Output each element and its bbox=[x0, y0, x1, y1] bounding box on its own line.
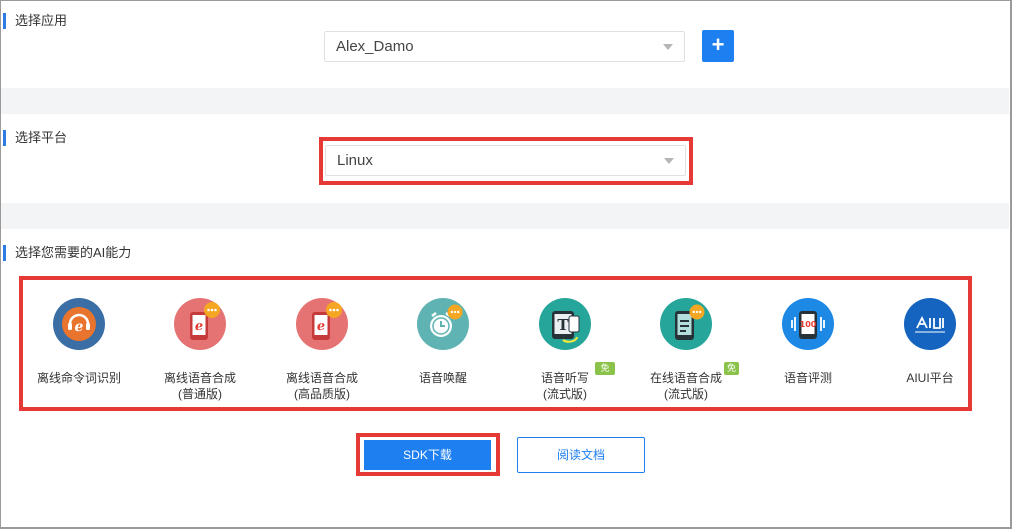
sdk-download-button[interactable]: SDK下载 bbox=[364, 440, 491, 470]
window-frame bbox=[0, 0, 1012, 529]
platform-select[interactable]: Linux bbox=[325, 145, 686, 176]
voice-wakeup-icon bbox=[417, 298, 469, 350]
ability-offline-tts-hq[interactable]: ℯ 离线语音合成 (高品质版) bbox=[272, 298, 372, 402]
platform-select-value: Linux bbox=[337, 152, 373, 169]
free-badge: 免费 bbox=[595, 362, 615, 386]
ability-voice-dictation[interactable]: T 免费 语音听写 (流式版) bbox=[515, 298, 615, 402]
ability-label: 语音评测 bbox=[783, 371, 832, 385]
online-tts-icon bbox=[660, 298, 712, 350]
svg-text:ℯ: ℯ bbox=[317, 319, 325, 334]
ability-label: 离线命令词识别 bbox=[36, 371, 121, 385]
chevron-down-icon bbox=[663, 44, 673, 50]
section-divider bbox=[1, 88, 1009, 114]
aiui-platform-icon bbox=[904, 298, 956, 350]
ability-label: 在线语音合成 bbox=[649, 371, 722, 385]
voice-dictation-icon: T bbox=[539, 298, 591, 350]
ability-label: 离线语音合成 bbox=[285, 371, 358, 385]
voice-evaluation-icon: 100 bbox=[782, 298, 834, 350]
ability-voice-evaluation[interactable]: 100 语音评测 bbox=[758, 298, 858, 386]
ability-sublabel: (高品质版) bbox=[294, 387, 350, 401]
ability-sublabel: (流式版) bbox=[664, 387, 708, 401]
ability-label: 语音唤醒 bbox=[418, 371, 467, 385]
free-badge: 免费 bbox=[724, 362, 740, 386]
read-docs-button[interactable]: 阅读文档 bbox=[517, 437, 645, 473]
offline-command-icon: ℯ bbox=[53, 298, 105, 350]
app-select[interactable]: Alex_Damo bbox=[324, 31, 685, 62]
offline-tts-hq-icon: ℯ bbox=[296, 298, 348, 350]
svg-text:ℯ: ℯ bbox=[75, 319, 84, 335]
add-app-button[interactable]: + bbox=[702, 30, 734, 62]
svg-text:ℯ: ℯ bbox=[195, 319, 203, 334]
ability-label: 离线语音合成 bbox=[163, 371, 236, 385]
ability-sublabel: (流式版) bbox=[543, 387, 587, 401]
ability-online-tts[interactable]: 免费 在线语音合成 (流式版) bbox=[636, 298, 740, 402]
section-title-app: 选择应用 bbox=[3, 13, 67, 29]
svg-text:T: T bbox=[557, 316, 569, 334]
ability-offline-tts-normal[interactable]: ℯ 离线语音合成 (普通版) bbox=[150, 298, 250, 402]
ability-aiui-platform[interactable]: AIUI平台 bbox=[880, 298, 980, 386]
ability-sublabel: (普通版) bbox=[178, 387, 222, 401]
ability-voice-wakeup[interactable]: 语音唤醒 bbox=[393, 298, 493, 386]
svg-text:100: 100 bbox=[800, 320, 817, 329]
app-select-value: Alex_Damo bbox=[336, 38, 414, 55]
ability-offline-command[interactable]: ℯ 离线命令词识别 bbox=[29, 298, 129, 386]
offline-tts-normal-icon: ℯ bbox=[174, 298, 226, 350]
chevron-down-icon bbox=[664, 158, 674, 164]
ability-label: AIUI平台 bbox=[906, 371, 954, 385]
section-title-abilities: 选择您需要的AI能力 bbox=[3, 245, 131, 261]
section-title-platform: 选择平台 bbox=[3, 130, 67, 146]
section-divider bbox=[1, 203, 1009, 229]
